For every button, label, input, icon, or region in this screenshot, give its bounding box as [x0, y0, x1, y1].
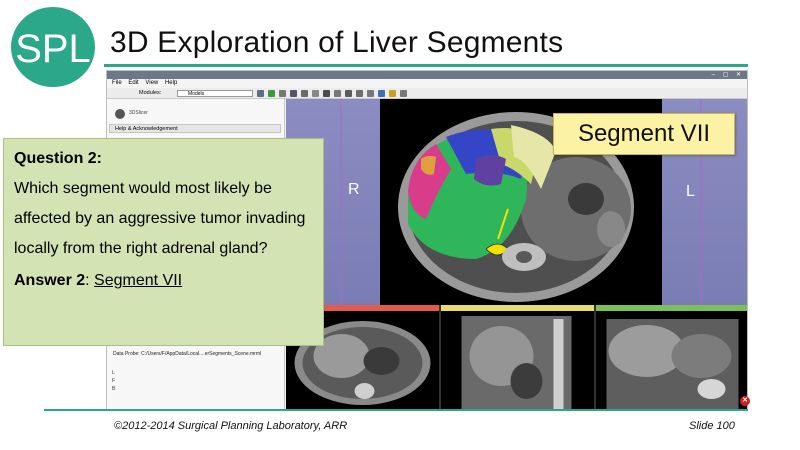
- modules-label: Modules:: [139, 90, 162, 96]
- toolbar-tool-icon[interactable]: [378, 90, 385, 97]
- window-controls-icon[interactable]: – ▢ ✕: [712, 71, 744, 79]
- answer-line: Answer 2: Segment VII: [14, 271, 313, 291]
- toolbar-tool-icon[interactable]: [268, 90, 275, 97]
- sagittal-ct-image: [461, 316, 572, 409]
- data-probe-row[interactable]: Data Probe: C:/Users/F/AppData/Local....…: [109, 350, 281, 358]
- close-icon[interactable]: ✕: [740, 396, 750, 406]
- menu-file[interactable]: File: [112, 80, 122, 86]
- logo-text: SPL: [15, 27, 91, 71]
- toolbar-tool-icon[interactable]: [400, 90, 407, 97]
- probe-line: F: [112, 378, 116, 384]
- app-menubar: File Edit View Help: [107, 79, 747, 88]
- toolbar-tool-icon[interactable]: [323, 90, 330, 97]
- toolbar-tool-icon[interactable]: [312, 90, 319, 97]
- toolbar-tool-icon[interactable]: [367, 90, 374, 97]
- footer-divider: [44, 409, 748, 411]
- toolbar-tool-icon[interactable]: [345, 90, 352, 97]
- probe-line: L: [112, 370, 115, 376]
- toolbar-tool-icon[interactable]: [389, 90, 396, 97]
- slide-title: 3D Exploration of Liver Segments: [110, 26, 564, 59]
- menu-edit[interactable]: Edit: [128, 80, 138, 86]
- app-titlebar: – ▢ ✕: [107, 71, 747, 79]
- slicer-brand-text: 3DSlicer: [129, 110, 148, 116]
- spl-logo: SPL: [10, 6, 96, 88]
- data-probe-lines: L F B: [112, 369, 115, 393]
- coronal-ct-image: [606, 319, 739, 409]
- toolbar-tool-icon[interactable]: [290, 90, 297, 97]
- orientation-label-right: R: [348, 181, 360, 198]
- probe-line: B: [112, 386, 116, 392]
- orientation-label-left: L: [686, 183, 695, 200]
- segment-callout: Segment VII: [553, 113, 735, 155]
- question-box: Question 2: Which segment would most lik…: [3, 138, 324, 346]
- toolbar-tool-icon[interactable]: [279, 90, 286, 97]
- yellow-slice-view[interactable]: [441, 305, 594, 409]
- toolbar-tool-icon[interactable]: [356, 90, 363, 97]
- green-slice-view[interactable]: [596, 305, 747, 409]
- toolbar-icons: [257, 90, 407, 97]
- question-title: Question 2:: [14, 150, 103, 167]
- menu-view[interactable]: View: [145, 80, 158, 86]
- slicer-logo-icon: [115, 109, 125, 119]
- answer-value[interactable]: Segment VII: [94, 272, 182, 289]
- title-divider: [104, 64, 748, 67]
- app-toolbar: Modules: Models: [107, 88, 747, 99]
- slice-views: [286, 305, 747, 409]
- help-acknowledgement-row[interactable]: Help & Acknowledgement: [109, 124, 281, 133]
- question-text: Which segment would most likely be affec…: [14, 180, 306, 257]
- toolbar-tool-icon[interactable]: [301, 90, 308, 97]
- toolbar-tool-icon[interactable]: [257, 90, 264, 97]
- toolbar-tool-icon[interactable]: [334, 90, 341, 97]
- answer-separator: :: [85, 272, 95, 289]
- copyright-text: ©2012-2014 Surgical Planning Laboratory,…: [114, 420, 348, 432]
- slide-number: Slide 100: [689, 420, 735, 432]
- menu-help[interactable]: Help: [165, 80, 177, 86]
- module-select[interactable]: Models: [177, 90, 253, 97]
- answer-label: Answer 2: [14, 272, 86, 289]
